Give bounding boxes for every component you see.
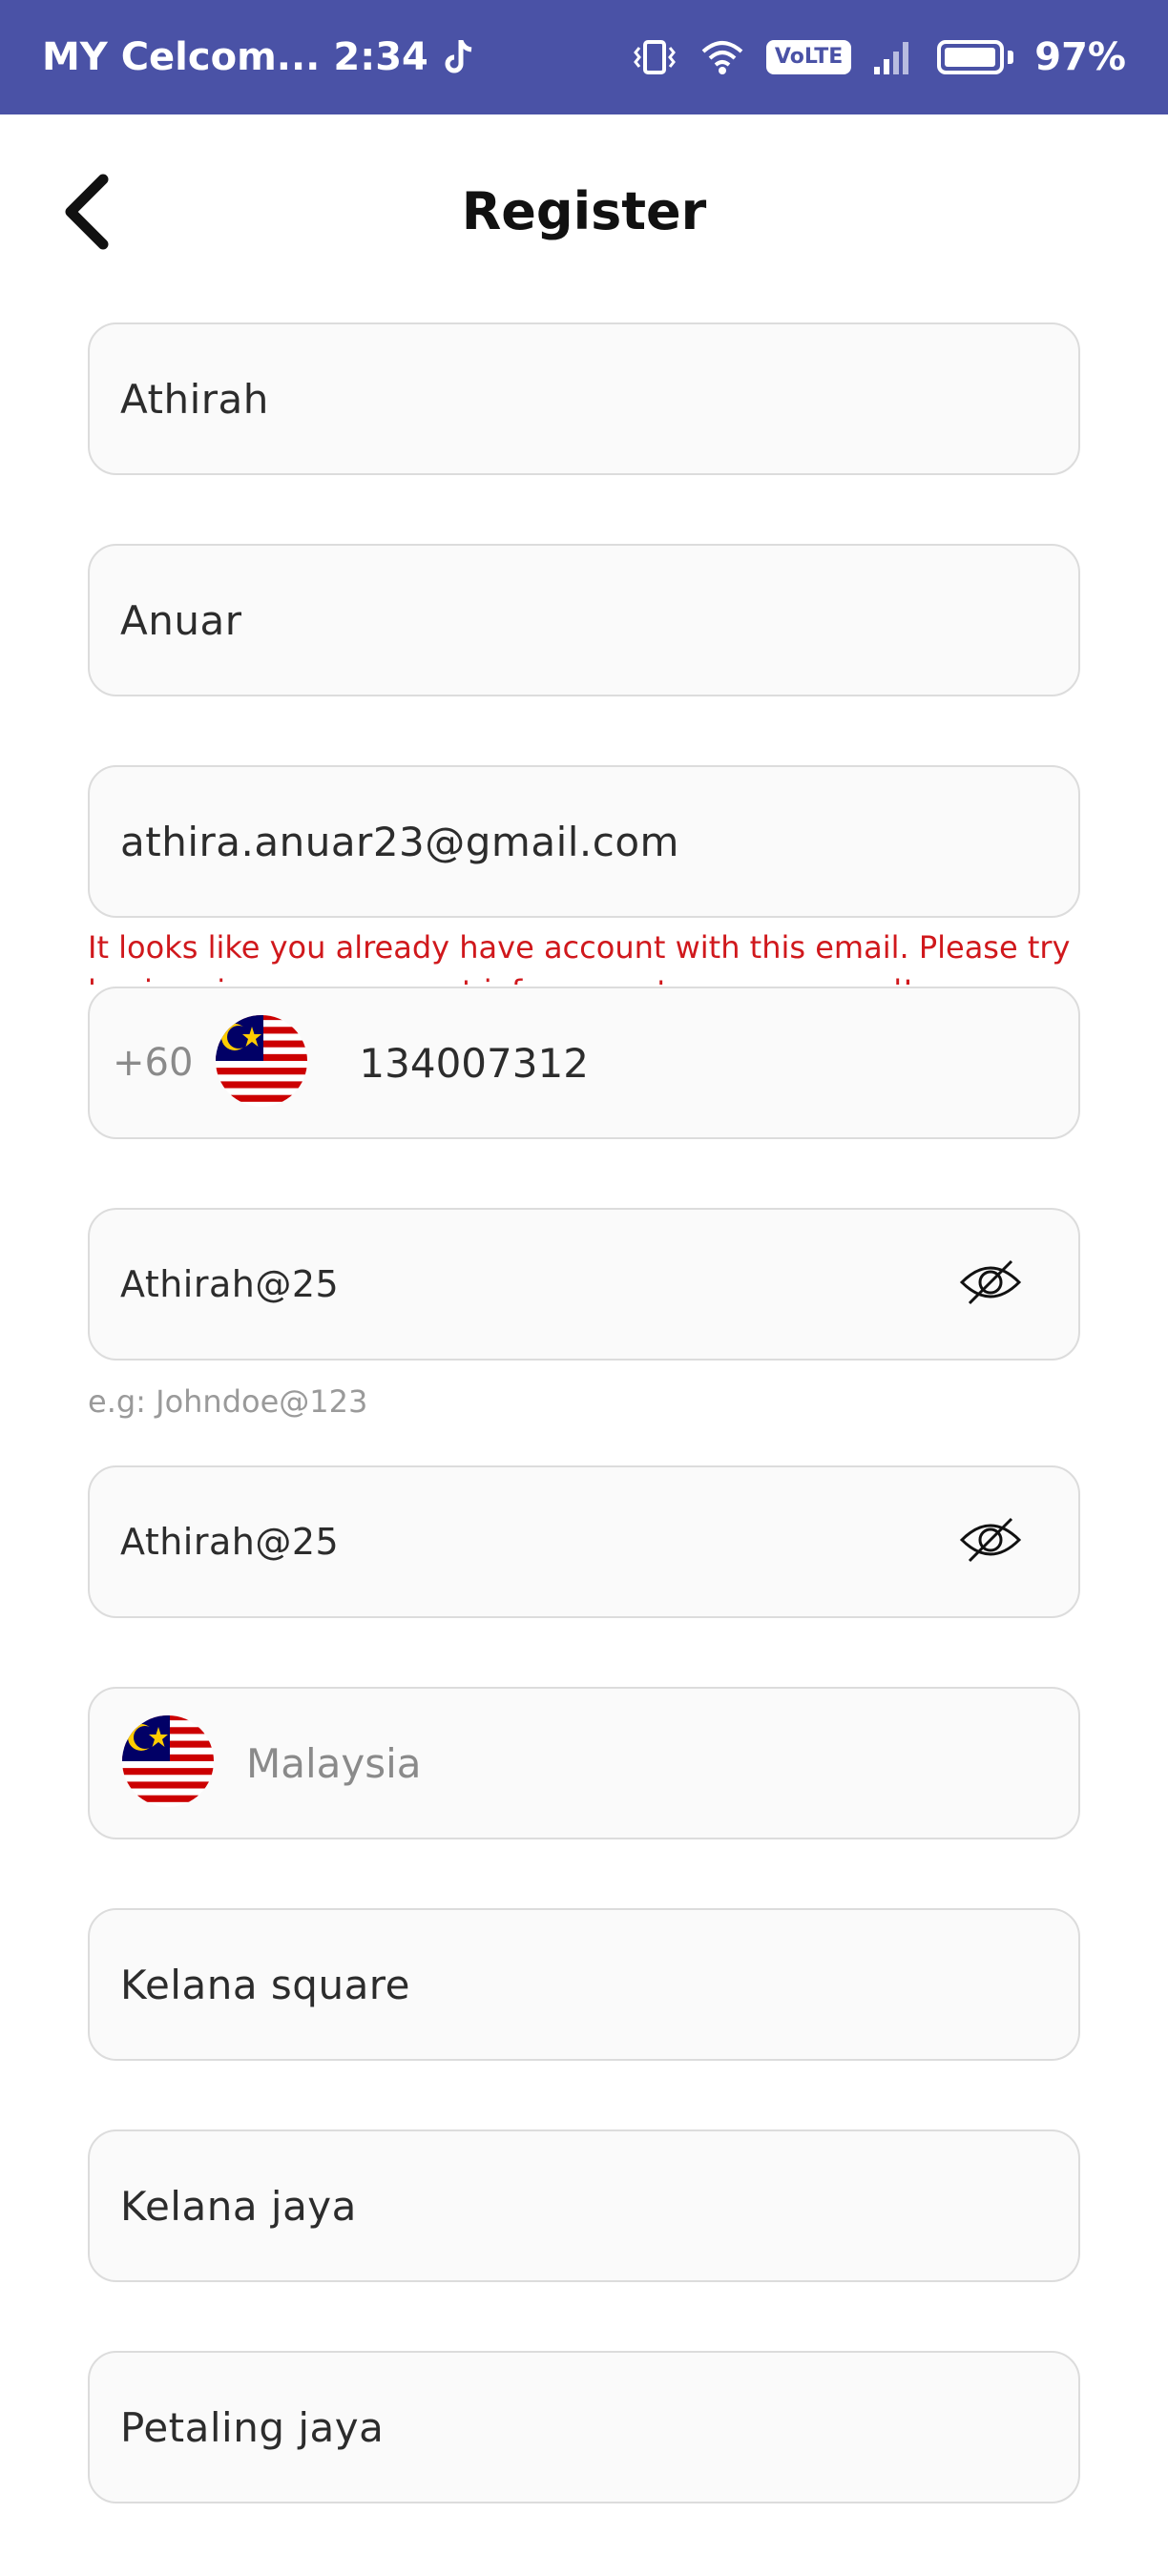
signal-icon <box>872 38 916 76</box>
status-left: MY Celcom... 2:34 <box>42 0 474 114</box>
malaysia-flag-icon <box>120 1714 216 1813</box>
phone-number-value: 134007312 <box>359 1039 589 1087</box>
address-line-2-field[interactable]: Kelana jaya <box>88 2129 1080 2282</box>
address-line-1-value: Kelana square <box>120 1961 410 2008</box>
email-error-message: It looks like you already have account w… <box>88 929 1071 985</box>
malaysia-flag-icon[interactable] <box>214 1013 309 1112</box>
tiktok-icon <box>442 38 474 76</box>
header: Register <box>0 114 1168 315</box>
volte-badge: VoLTE <box>765 40 852 74</box>
country-value: Malaysia <box>246 1739 422 1787</box>
address-line-1-field[interactable]: Kelana square <box>88 1908 1080 2061</box>
wifi-icon <box>699 38 745 76</box>
last-name-value: Anuar <box>120 596 242 644</box>
battery-percent: 97% <box>1034 35 1126 79</box>
country-field[interactable]: Malaysia <box>88 1687 1080 1839</box>
city-field[interactable]: Petaling jaya <box>88 2351 1080 2503</box>
last-name-field[interactable]: Anuar <box>88 544 1080 696</box>
first-name-value: Athirah <box>120 375 269 423</box>
password-hint: e.g: Johndoe@123 <box>88 1383 368 1420</box>
status-bar: MY Celcom... 2:34 VoLTE 97% <box>0 0 1168 114</box>
eye-off-icon[interactable] <box>958 1257 1023 1311</box>
eye-off-icon[interactable] <box>958 1515 1023 1568</box>
confirm-password-field[interactable]: Athirah@25 <box>88 1465 1080 1618</box>
page-title: Register <box>461 181 707 241</box>
battery-icon <box>937 40 1014 74</box>
confirm-password-value: Athirah@25 <box>120 1521 340 1563</box>
vibrate-icon <box>631 38 678 76</box>
first-name-field[interactable]: Athirah <box>88 322 1080 475</box>
password-value: Athirah@25 <box>120 1263 340 1305</box>
password-field[interactable]: Athirah@25 <box>88 1208 1080 1361</box>
carrier-name: MY Celcom... <box>42 35 321 79</box>
battery-level <box>945 48 995 67</box>
city-value: Petaling jaya <box>120 2403 385 2451</box>
dial-code: +60 <box>113 1041 194 1085</box>
email-field[interactable]: athira.anuar23@gmail.com <box>88 765 1080 918</box>
phone-field[interactable]: +60 134007312 <box>88 987 1080 1139</box>
address-line-2-value: Kelana jaya <box>120 2182 357 2230</box>
clock: 2:34 <box>333 35 428 79</box>
status-right: VoLTE 97% <box>631 0 1126 114</box>
email-value: athira.anuar23@gmail.com <box>120 818 679 865</box>
